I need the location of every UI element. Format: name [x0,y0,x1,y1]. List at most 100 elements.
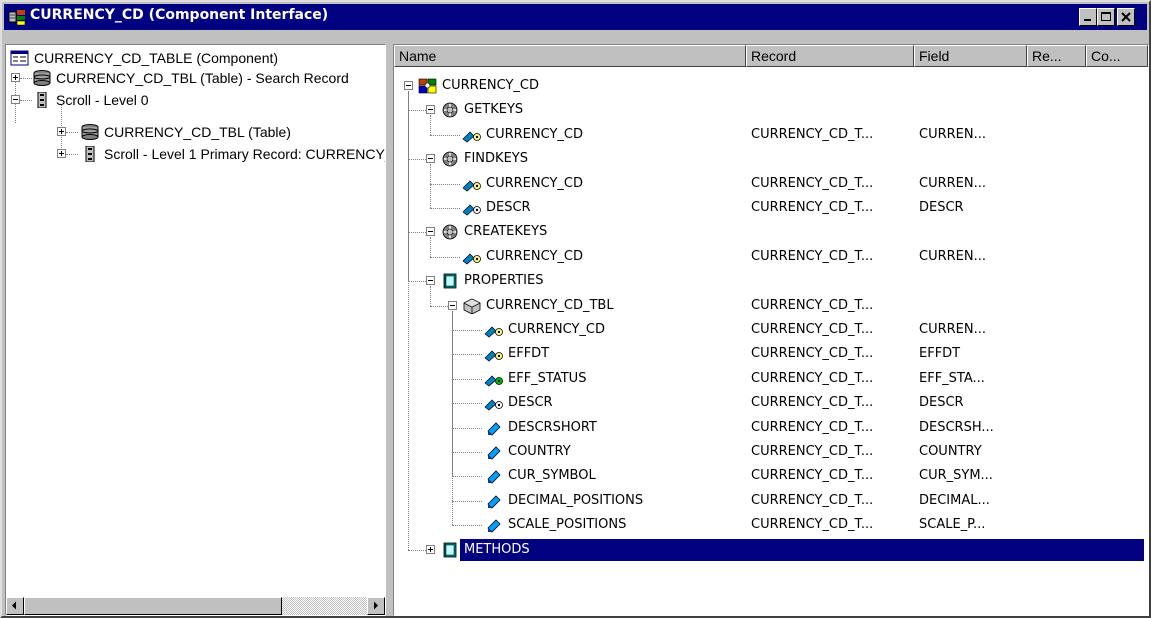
column-header-name[interactable]: Name [394,45,746,67]
collapse-toggle[interactable] [11,95,20,104]
horizontal-scrollbar[interactable] [6,597,385,615]
item-field: SCALE_P... [919,517,986,533]
collapse-toggle[interactable] [426,105,435,115]
tree-row[interactable]: DESCRSHORT CURRENCY_CD_T... DESCRSH... [394,417,1148,439]
item-record: CURRENCY_CD_T... [751,175,874,191]
expand-toggle[interactable] [57,149,66,158]
table-icon [33,70,51,86]
tree-row[interactable]: DESCR CURRENCY_CD_T... DESCR [394,197,1148,219]
pane-splitter[interactable] [386,44,393,616]
arrow-right-icon [374,601,378,610]
table-icon [81,124,99,140]
column-header-field[interactable]: Field [914,45,1027,67]
item-record: CURRENCY_CD_T... [751,200,874,215]
tree-row[interactable]: CURRENCY_CD CURRENCY_CD_T... CURREN... [394,124,1148,146]
component-interface-window: CURRENCY_CD (Component Interface) CURREN… [0,0,1151,618]
tree-row[interactable]: CURRENCY_CD CURRENCY_CD_T... CURREN... [394,173,1148,195]
close-icon [1121,12,1131,22]
tree-row[interactable]: GETKEYS [394,99,1148,121]
column-header-record[interactable]: Record [746,45,914,67]
item-record: CURRENCY_CD_T... [751,297,874,313]
item-name: DESCR [508,395,553,411]
item-name: GETKEYS [464,102,524,118]
component-interface-tree-pane[interactable]: Name Record Field Re... Co... CURRENCY_C… [393,44,1149,616]
close-button[interactable] [1117,8,1135,26]
item-name: CURRENCY_CD [486,175,583,191]
maximize-icon [1101,12,1111,21]
maximize-button[interactable] [1097,8,1115,26]
tree-item-scroll-level-0[interactable]: Scroll - Level 0 [6,89,385,111]
tree-row[interactable]: METHODS [394,538,1148,561]
key-icon [462,253,481,265]
item-field: DESCR [919,395,964,411]
tree-row[interactable]: EFFDT CURRENCY_CD_T... EFFDT [394,343,1148,365]
item-field: CUR_SYM... [919,468,993,484]
item-name: METHODS [464,541,530,557]
item-record: CURRENCY_CD_T... [751,126,874,142]
tree-row[interactable]: CURRENCY_CD CURRENCY_CD_T... CURREN... [394,319,1148,341]
key-icon [462,180,481,192]
scroll-icon [85,146,95,162]
tree-item-label: CURRENCY_CD_TABLE (Component) [34,50,279,66]
item-name: CURRENCY_CD [486,126,583,142]
column-header-re[interactable]: Re... [1027,45,1086,67]
tree-row[interactable]: EFF_STATUS CURRENCY_CD_T... EFF_STA... [394,368,1148,390]
expand-toggle[interactable] [11,73,20,82]
title-bar[interactable]: CURRENCY_CD (Component Interface) [4,4,1147,30]
tree-row[interactable]: COUNTRY CURRENCY_CD_T... COUNTRY [394,441,1148,463]
item-name: DECIMAL_POSITIONS [508,492,644,508]
tree-row[interactable]: DESCR CURRENCY_CD_T... DESCR [394,392,1148,414]
expand-toggle[interactable] [426,544,435,554]
keys-group-icon [442,224,458,240]
item-name: CURRENCY_CD [442,78,539,93]
tree-row[interactable]: FINDKEYS [394,148,1148,170]
tree-row[interactable]: CURRENCY_CD CURRENCY_CD_T... CURREN... [394,246,1148,268]
field-icon [487,470,501,484]
expand-toggle[interactable] [57,127,66,136]
tree-row[interactable]: CREATEKEYS [394,221,1148,243]
item-field: DECIMAL... [919,492,990,508]
item-record: CURRENCY_CD_T... [751,322,874,337]
tree-row[interactable]: DECIMAL_POSITIONS CURRENCY_CD_T... DECIMAL… [394,490,1148,512]
scroll-icon [37,92,47,108]
collapse-toggle[interactable] [426,227,435,237]
tree-item-search-record[interactable]: CURRENCY_CD_TBL (Table) - Search Record [6,67,385,89]
item-field: CURREN... [919,322,986,337]
component-tree-pane[interactable]: CURRENCY_CD_TABLE (Component) CURRENCY_C… [5,44,386,616]
component-interface-icon [8,10,26,26]
item-record: CURRENCY_CD_T... [751,248,874,264]
field-icon [487,519,501,533]
item-name: CURRENCY_CD [508,322,605,337]
tree-row[interactable]: CURRENCY_CD [394,75,1148,97]
key-icon [484,326,503,338]
tree-item-table[interactable]: CURRENCY_CD_TBL (Table) [6,121,385,143]
item-name: CREATEKEYS [464,224,548,240]
column-header-co[interactable]: Co... [1086,45,1148,67]
component-interface-icon [418,78,437,94]
tree-row[interactable]: CURRENCY_CD_TBL CURRENCY_CD_T... [394,295,1148,317]
tree-item-scroll-level-1[interactable]: Scroll - Level 1 Primary Record: CURRENC… [6,143,385,165]
item-record: CURRENCY_CD_T... [751,492,874,508]
field-icon [487,495,501,509]
item-name: CURRENCY_CD [486,248,583,264]
tree-item-component[interactable]: CURRENCY_CD_TABLE (Component) [6,47,385,69]
scroll-right-button[interactable] [367,597,385,615]
collapse-toggle[interactable] [448,300,457,310]
collapse-toggle[interactable] [426,276,435,286]
tree-item-label: Scroll - Level 0 [56,92,149,108]
keys-group-icon [442,102,458,118]
minimize-button[interactable] [1079,8,1097,26]
item-field: EFF_STA... [919,370,985,386]
scroll-thumb[interactable] [24,597,282,615]
item-name: EFFDT [508,346,550,362]
scroll-left-button[interactable] [6,597,24,615]
collapse-toggle[interactable] [404,81,413,90]
tree-row[interactable]: SCALE_POSITIONS CURRENCY_CD_T... SCALE_P..… [394,514,1148,536]
collapse-toggle[interactable] [426,154,435,164]
item-record: CURRENCY_CD_T... [751,370,874,386]
minimize-icon [1084,19,1091,21]
tree-row[interactable]: PROPERTIES [394,270,1148,292]
item-record: CURRENCY_CD_T... [751,468,874,484]
tree-row[interactable]: CUR_SYMBOL CURRENCY_CD_T... CUR_SYM... [394,465,1148,487]
item-field: DESCRSH... [919,419,994,435]
